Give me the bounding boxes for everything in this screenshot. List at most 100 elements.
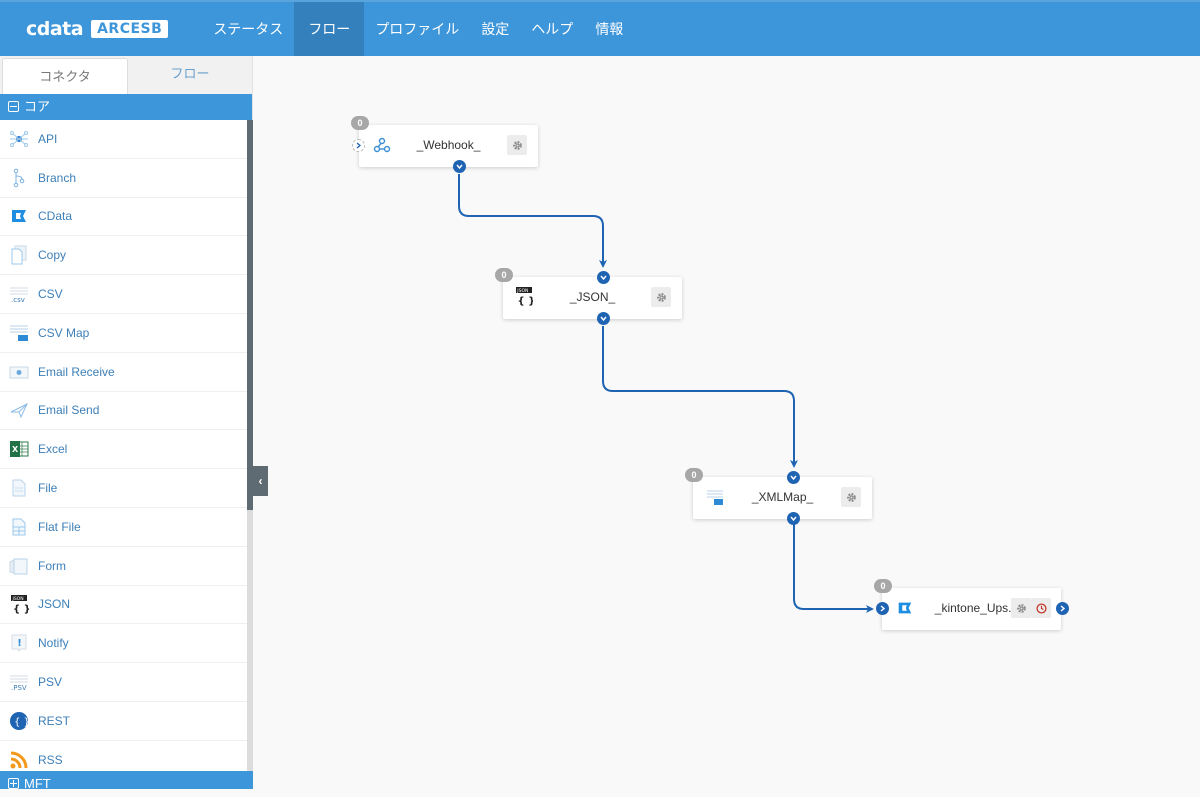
gear-icon	[846, 492, 856, 502]
json-icon: JSON { }	[9, 594, 29, 614]
cdata-icon	[9, 206, 29, 226]
tab-connectors[interactable]: コネクタ	[2, 58, 128, 94]
branch-icon	[9, 168, 29, 188]
chevron-right-icon	[880, 605, 886, 612]
chevron-down-icon	[600, 316, 607, 322]
connector-item-api[interactable]: API	[0, 120, 247, 159]
connector-label: Email Receive	[38, 364, 115, 379]
node-schedule-button[interactable]	[1031, 598, 1051, 618]
tab-flows[interactable]: フロー	[128, 56, 252, 94]
nav-help[interactable]: ヘルプ	[520, 2, 584, 56]
output-port[interactable]	[1056, 602, 1069, 615]
chevron-down-icon	[600, 275, 607, 281]
node-settings-button[interactable]	[651, 287, 671, 307]
nav-info[interactable]: 情報	[584, 2, 634, 56]
psv-icon: .PSV	[9, 672, 29, 692]
chevron-down-icon	[456, 164, 463, 170]
connector-label: Excel	[38, 442, 68, 457]
svg-text:JSON: JSON	[12, 596, 24, 602]
connector-item-cdata[interactable]: CData	[0, 198, 247, 237]
link-webhook-json[interactable]	[458, 174, 607, 268]
link-json-xmlmap[interactable]	[602, 326, 798, 468]
connector-label: CSV	[38, 287, 63, 302]
input-port[interactable]	[787, 471, 800, 484]
node-count-badge: 0	[685, 468, 703, 482]
sidebar-scrollbar-thumb[interactable]	[247, 120, 253, 510]
connector-item-notify[interactable]: ! Notify	[0, 624, 247, 664]
connector-label: Branch	[38, 170, 77, 185]
sidebar-tabs: コネクタ フロー	[0, 56, 252, 94]
flow-canvas[interactable]: 0 _Webhook_ 0 JSON{ } _JSON_	[254, 56, 1200, 789]
connector-item-excel[interactable]: X Excel	[0, 430, 247, 470]
connector-item-form[interactable]: Form	[0, 547, 247, 586]
notify-icon: !	[9, 633, 29, 653]
flow-node-kintone-upsert[interactable]: 0 _kintone_Ups...	[874, 579, 1069, 630]
output-port[interactable]	[787, 512, 800, 525]
connector-item-rss[interactable]: RSS	[0, 741, 247, 771]
nav-settings[interactable]: 設定	[470, 2, 520, 56]
expand-square-icon	[8, 778, 19, 789]
cdata-logo: cdata	[26, 18, 84, 40]
connector-label: Notify	[38, 636, 69, 651]
connector-item-file[interactable]: File	[0, 469, 247, 508]
node-settings-button[interactable]	[1011, 598, 1031, 618]
csv-icon: .csv	[9, 284, 29, 304]
flow-node-xmlmap[interactable]: 0 _XMLMap_	[685, 468, 872, 525]
node-count-badge: 0	[874, 579, 892, 593]
connector-item-flat-file[interactable]: Flat File	[0, 508, 247, 547]
connector-item-psv[interactable]: .PSV PSV	[0, 663, 247, 702]
connector-label: CSV Map	[38, 325, 90, 340]
group-core-header[interactable]: コア	[0, 94, 252, 120]
svg-text:{ }: { }	[14, 717, 29, 728]
excel-icon: X	[9, 439, 29, 459]
top-navbar: cdata ARCESB ステータス フロー プロファイル 設定 ヘルプ 情報	[0, 0, 1200, 56]
connector-item-json[interactable]: JSON { } JSON	[0, 586, 247, 625]
sidebar-scrollbar[interactable]	[247, 120, 253, 771]
output-port[interactable]	[597, 312, 610, 325]
connector-sidebar: コネクタ フロー コア API Branch CData Copy .csv C…	[0, 56, 253, 791]
node-count-badge: 0	[495, 268, 513, 282]
connector-item-csv[interactable]: .csv CSV	[0, 275, 247, 314]
connector-item-email-receive[interactable]: Email Receive	[0, 353, 247, 392]
group-mft-header[interactable]: MFT	[0, 771, 253, 791]
connector-list: API Branch CData Copy .csv CSV CSV Map E…	[0, 120, 247, 771]
chevron-down-icon	[790, 516, 797, 522]
svg-text:!: !	[17, 638, 22, 649]
form-icon	[9, 556, 29, 576]
svg-text:.PSV: .PSV	[11, 684, 27, 692]
brand-logo[interactable]: cdata ARCESB	[26, 18, 169, 40]
connector-item-branch[interactable]: Branch	[0, 159, 247, 198]
chevron-down-icon	[790, 475, 797, 481]
connector-item-copy[interactable]: Copy	[0, 236, 247, 276]
node-count-badge: 0	[351, 116, 369, 130]
connector-item-rest[interactable]: { } REST	[0, 702, 247, 741]
link-xmlmap-kintone[interactable]	[793, 524, 874, 613]
connector-label: API	[38, 131, 58, 146]
connector-label: RSS	[38, 752, 63, 767]
node-settings-button[interactable]	[507, 135, 527, 155]
nav-flow[interactable]: フロー	[294, 2, 365, 56]
node-settings-button[interactable]	[841, 487, 861, 507]
nav-profile[interactable]: プロファイル	[364, 2, 470, 56]
connector-item-email-send[interactable]: Email Send	[0, 392, 247, 431]
connector-item-csv-map[interactable]: CSV Map	[0, 314, 247, 353]
flow-node-webhook[interactable]: 0 _Webhook_	[351, 116, 538, 173]
csv-map-icon	[9, 323, 29, 343]
email-send-icon	[9, 400, 29, 420]
input-port[interactable]	[597, 271, 610, 284]
connector-label: Copy	[38, 248, 67, 263]
nav-status[interactable]: ステータス	[202, 2, 294, 56]
rest-icon: { }	[9, 711, 29, 731]
flow-node-json[interactable]: 0 JSON{ } _JSON_	[495, 268, 682, 325]
gear-icon	[1016, 603, 1026, 613]
main-nav: ステータス フロー プロファイル 設定 ヘルプ 情報	[202, 2, 634, 56]
connector-label: CData	[38, 209, 73, 224]
connector-label: JSON	[38, 597, 71, 612]
connector-label: Email Send	[38, 403, 100, 418]
flat-file-icon	[9, 517, 29, 537]
connector-label: Flat File	[38, 519, 81, 534]
svg-text:{ }: { }	[13, 604, 29, 614]
input-port[interactable]	[876, 602, 889, 615]
connector-label: REST	[38, 713, 71, 728]
output-port[interactable]	[453, 160, 466, 173]
